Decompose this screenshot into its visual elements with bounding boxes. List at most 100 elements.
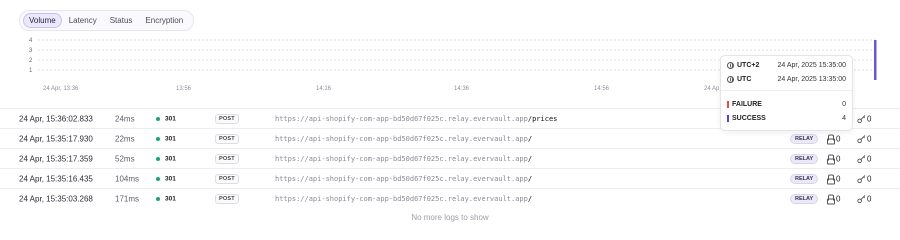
log-url-path: /prices bbox=[527, 114, 558, 123]
log-url-path: / bbox=[527, 134, 533, 143]
tooltip-failure-label: FAILURE bbox=[732, 101, 762, 108]
status-dot-icon bbox=[156, 156, 160, 161]
log-duration: 104ms bbox=[115, 174, 140, 183]
tab-status[interactable]: Status bbox=[104, 13, 139, 28]
status-dot-icon bbox=[156, 136, 160, 141]
y-tick-label: 3 bbox=[29, 48, 33, 54]
log-timestamp: 24 Apr, 15:36:02.833 bbox=[19, 114, 93, 123]
log-duration: 24ms bbox=[115, 114, 135, 123]
status-dot-icon bbox=[156, 116, 160, 121]
x-tick-label: 14:36 bbox=[454, 86, 470, 92]
log-status-code: 301 bbox=[165, 195, 176, 202]
tab-volume[interactable]: Volume bbox=[23, 13, 62, 28]
tooltip-success-row: SUCCESS 4 bbox=[727, 115, 846, 122]
tooltip-divider bbox=[721, 90, 852, 91]
chart-tab-group: Volume Latency Status Encryption bbox=[19, 10, 195, 31]
log-url: https://api-shopify-com-app-bd50d67f025c… bbox=[275, 115, 557, 123]
log-timestamp: 24 Apr, 15:35:03.268 bbox=[19, 194, 93, 203]
key-icon bbox=[857, 134, 866, 143]
log-duration: 171ms bbox=[115, 194, 140, 203]
failure-color-marker bbox=[727, 101, 729, 108]
log-method-badge: POST bbox=[215, 193, 239, 204]
encrypted-count: 0 bbox=[836, 134, 841, 143]
log-row[interactable]: 24 Apr, 15:35:16.435 104ms 301 POST https://… bbox=[0, 168, 900, 188]
lock-icon bbox=[826, 134, 835, 144]
lock-icon bbox=[826, 194, 835, 204]
relay-badge: RELAY bbox=[790, 173, 819, 184]
log-method-badge: POST bbox=[215, 113, 239, 124]
log-method-badge: POST bbox=[215, 173, 239, 184]
log-duration: 22ms bbox=[115, 134, 135, 143]
log-url-path: / bbox=[527, 174, 533, 183]
tooltip-utc2-row: UTC+2 24 Apr, 2025 15:35:00 bbox=[727, 62, 846, 69]
key-icon bbox=[857, 194, 866, 203]
lock-icon bbox=[826, 174, 835, 184]
relay-badge: RELAY bbox=[790, 153, 819, 164]
log-duration: 52ms bbox=[115, 154, 135, 163]
log-status-code: 301 bbox=[165, 175, 176, 182]
globe-icon bbox=[727, 76, 734, 83]
log-url-path: / bbox=[527, 154, 533, 163]
log-timestamp: 24 Apr, 15:35:17.359 bbox=[19, 154, 93, 163]
log-url-base: https://api-shopify-com-app-bd50d67f025c… bbox=[275, 154, 528, 163]
decrypted-count: 0 bbox=[867, 174, 872, 183]
decrypted-count: 0 bbox=[867, 154, 872, 163]
tooltip-success-label: SUCCESS bbox=[732, 115, 766, 122]
log-url-base: https://api-shopify-com-app-bd50d67f025c… bbox=[275, 134, 528, 143]
x-tick-label: 14:16 bbox=[316, 86, 332, 92]
log-timestamp: 24 Apr, 15:35:17.930 bbox=[19, 134, 93, 143]
x-tick-label: 24 Ap bbox=[704, 86, 720, 92]
log-url-base: https://api-shopify-com-app-bd50d67f025c… bbox=[275, 174, 528, 183]
tab-latency[interactable]: Latency bbox=[63, 13, 103, 28]
tooltip-failure-value: 0 bbox=[842, 101, 846, 108]
y-tick-label: 1 bbox=[29, 68, 33, 74]
log-timestamp: 24 Apr, 15:35:16.435 bbox=[19, 174, 93, 183]
log-row[interactable]: 24 Apr, 15:35:03.268 171ms 301 POST https://… bbox=[0, 188, 900, 208]
tooltip-tz1-label: UTC+2 bbox=[737, 62, 760, 69]
log-url-base: https://api-shopify-com-app-bd50d67f025c… bbox=[275, 114, 528, 123]
log-method-badge: POST bbox=[215, 133, 239, 144]
bar-success[interactable] bbox=[874, 40, 877, 80]
log-row[interactable]: 24 Apr, 15:35:17.930 22ms 301 POST https://a… bbox=[0, 128, 900, 148]
log-method-badge: POST bbox=[215, 153, 239, 164]
decrypted-count: 0 bbox=[867, 114, 872, 123]
tab-encryption[interactable]: Encryption bbox=[139, 13, 189, 28]
encrypted-count: 0 bbox=[836, 174, 841, 183]
x-tick-label: 24 Apr, 13:36 bbox=[43, 86, 79, 92]
y-tick-label: 2 bbox=[29, 58, 33, 64]
tooltip-utc-row: UTC 24 Apr, 2025 13:35:00 bbox=[727, 76, 846, 83]
log-url: https://api-shopify-com-app-bd50d67f025c… bbox=[275, 195, 532, 203]
status-dot-icon bbox=[156, 176, 160, 181]
log-row[interactable]: 24 Apr, 15:35:17.359 52ms 301 POST https://a… bbox=[0, 148, 900, 168]
key-icon bbox=[857, 154, 866, 163]
chart-tooltip: UTC+2 24 Apr, 2025 15:35:00 UTC 24 Apr, … bbox=[720, 55, 853, 131]
encrypted-count: 0 bbox=[836, 154, 841, 163]
no-more-logs-text: No more logs to show bbox=[411, 213, 489, 222]
decrypted-count: 0 bbox=[867, 134, 872, 143]
log-url-path: / bbox=[527, 194, 533, 203]
log-status-code: 301 bbox=[165, 155, 176, 162]
tooltip-success-value: 4 bbox=[842, 115, 846, 122]
success-color-marker bbox=[727, 115, 729, 122]
key-icon bbox=[857, 174, 866, 183]
tooltip-tz2-value: 24 Apr, 2025 13:35:00 bbox=[777, 76, 846, 83]
x-tick-label: 14:56 bbox=[594, 86, 610, 92]
log-url-base: https://api-shopify-com-app-bd50d67f025c… bbox=[275, 194, 528, 203]
y-tick-label: 4 bbox=[29, 38, 33, 44]
key-icon bbox=[857, 114, 866, 123]
relay-badge: RELAY bbox=[790, 133, 819, 144]
relay-badge: RELAY bbox=[790, 193, 819, 204]
decrypted-count: 0 bbox=[867, 194, 872, 203]
log-url: https://api-shopify-com-app-bd50d67f025c… bbox=[275, 175, 532, 183]
globe-icon bbox=[727, 62, 734, 69]
tooltip-tz2-label: UTC bbox=[737, 76, 752, 83]
encrypted-count: 0 bbox=[836, 194, 841, 203]
log-status-code: 301 bbox=[165, 115, 176, 122]
log-url: https://api-shopify-com-app-bd50d67f025c… bbox=[275, 135, 532, 143]
x-tick-label: 13:56 bbox=[176, 86, 192, 92]
lock-icon bbox=[826, 154, 835, 164]
status-dot-icon bbox=[156, 196, 160, 201]
log-url: https://api-shopify-com-app-bd50d67f025c… bbox=[275, 155, 532, 163]
tooltip-failure-row: FAILURE 0 bbox=[727, 101, 846, 108]
log-status-code: 301 bbox=[165, 135, 176, 142]
